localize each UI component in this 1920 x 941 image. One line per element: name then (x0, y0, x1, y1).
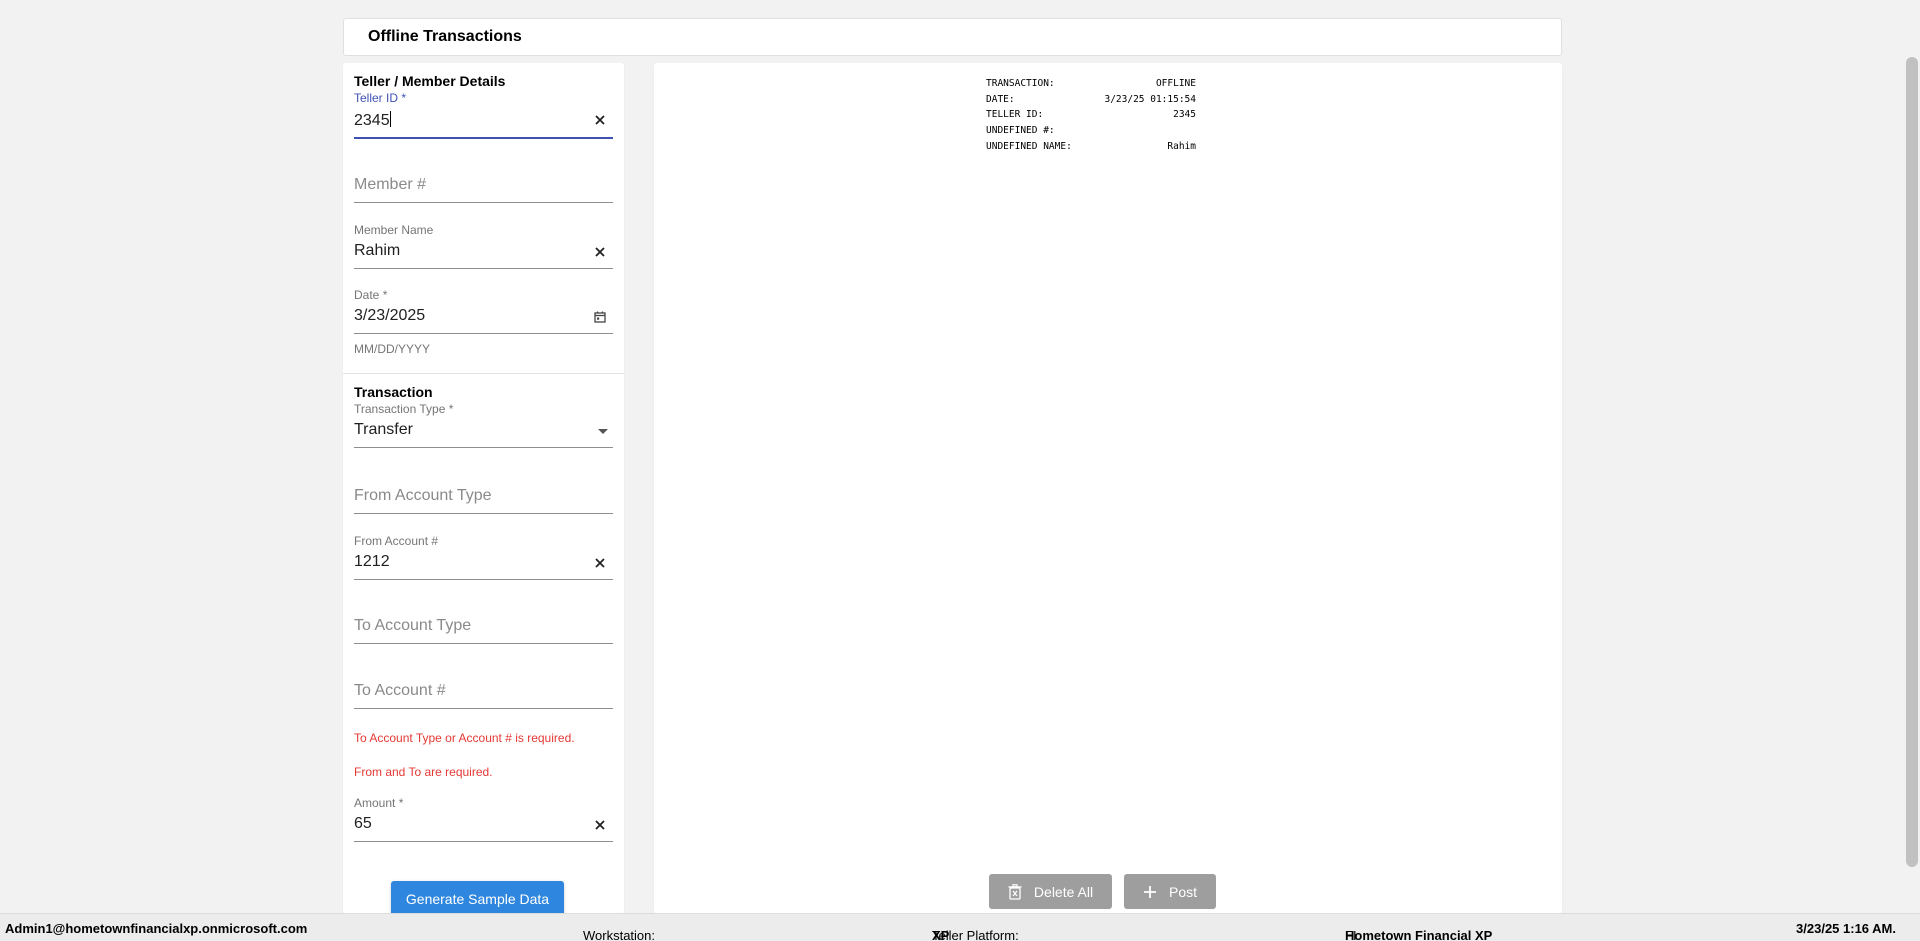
clear-icon[interactable] (593, 113, 607, 127)
transaction-type-select[interactable]: Transaction Type * Transfer (354, 402, 613, 454)
from-account-number-field[interactable]: From Account # 1212 (354, 534, 613, 586)
from-account-type-input[interactable]: From Account Type (354, 487, 492, 505)
date-format-hint: MM/DD/YYYY (354, 342, 431, 356)
from-account-number-underline (354, 579, 613, 580)
receipt-row: TRANSACTION: OFFLINE (986, 76, 1196, 92)
receipt-value: 3/23/25 01:15:54 (1104, 93, 1196, 105)
generate-sample-data-button[interactable]: Generate Sample Data (391, 881, 564, 914)
required-mark: * (398, 796, 404, 810)
to-account-type-underline (354, 643, 613, 644)
post-button[interactable]: Post (1124, 874, 1216, 909)
to-account-number-input[interactable]: To Account # (354, 682, 446, 700)
clear-icon[interactable] (593, 556, 607, 570)
page-title: Offline Transactions (368, 28, 522, 45)
status-datetime: 3/23/25 1:16 AM. (1796, 921, 1896, 936)
receipt-row: UNDEFINED #: (986, 123, 1196, 139)
error-message: To Account Type or Account # is required… (354, 731, 575, 745)
receipt-key: DATE: (986, 93, 1015, 105)
amount-input[interactable]: 65 (354, 815, 372, 833)
receipt-key: UNDEFINED NAME: (986, 140, 1072, 152)
to-account-number-field[interactable]: To Account # (354, 682, 613, 722)
receipt-key: TRANSACTION: (986, 78, 1055, 89)
receipt-row: UNDEFINED NAME: Rahim (986, 139, 1196, 155)
to-account-number-underline (354, 708, 613, 709)
date-underline (354, 333, 613, 334)
plus-icon (1143, 885, 1156, 898)
workstation-label: Workstation: (583, 928, 656, 941)
to-account-type-input[interactable]: To Account Type (354, 617, 471, 635)
page-header: Offline Transactions (343, 18, 1562, 56)
from-account-number-input[interactable]: 1212 (354, 553, 390, 571)
error-message: From and To are required. (354, 765, 493, 779)
transaction-type-label: Transaction Type (354, 402, 446, 416)
transaction-type-underline (354, 447, 613, 448)
post-label: Post (1168, 883, 1197, 900)
amount-underline (354, 841, 613, 842)
receipt-value: OFFLINE (1155, 78, 1196, 89)
clear-icon[interactable] (593, 245, 607, 259)
member-number-field[interactable]: Member # (354, 176, 613, 216)
calendar-icon[interactable] (593, 310, 607, 324)
fi-value: Hometown Financial XP (1345, 928, 1493, 941)
transaction-type-value[interactable]: Transfer (354, 421, 413, 439)
section-divider (343, 373, 624, 374)
status-user: Admin1@hometownfinancialxp.onmicrosoft.c… (5, 921, 308, 936)
receipt-preview-panel: TRANSACTION: OFFLINE DATE: 3/23/25 01:15… (654, 63, 1562, 914)
teller-id-input[interactable]: 2345 (354, 112, 390, 129)
platform-value: XP (932, 928, 950, 941)
member-number-underline (354, 202, 613, 203)
scrollbar-thumb[interactable] (1906, 57, 1918, 867)
teller-id-field[interactable]: Teller ID * 2345 (354, 91, 613, 143)
status-bar: Admin1@hometownfinancialxp.onmicrosoft.c… (0, 913, 1920, 941)
date-label: Date (354, 288, 380, 302)
required-mark: * (401, 91, 407, 105)
required-mark: * (382, 288, 388, 302)
delete-all-label: Delete All (1033, 883, 1094, 900)
receipt-row: TELLER ID: 2345 (986, 107, 1196, 123)
text-cursor (389, 111, 391, 127)
member-number-input[interactable]: Member # (354, 176, 426, 194)
receipt-value: Rahim (1167, 140, 1196, 152)
member-name-field[interactable]: Member Name Rahim (354, 223, 613, 275)
member-name-label: Member Name (354, 223, 434, 237)
to-account-type-field[interactable]: To Account Type (354, 617, 613, 657)
delete-all-button[interactable]: Delete All (989, 874, 1112, 909)
chevron-down-icon[interactable] (597, 428, 609, 436)
member-section-title: Teller / Member Details (354, 73, 506, 89)
date-input[interactable]: 3/23/2025 (354, 307, 425, 325)
receipt-key: UNDEFINED #: (986, 125, 1055, 137)
receipt: TRANSACTION: OFFLINE DATE: 3/23/25 01:15… (986, 76, 1196, 154)
trash-icon (1008, 883, 1022, 900)
date-field[interactable]: Date * 3/23/2025 MM/DD/YYYY (354, 288, 613, 358)
amount-label: Amount (354, 796, 396, 810)
receipt-row: DATE: 3/23/25 01:15:54 (986, 92, 1196, 108)
teller-id-underline (354, 137, 613, 139)
transaction-section-title: Transaction (354, 384, 433, 400)
from-account-number-label: From Account # (354, 534, 439, 548)
clear-icon[interactable] (593, 818, 607, 832)
teller-id-label: Teller ID (354, 91, 399, 105)
receipt-key: TELLER ID: (986, 109, 1044, 121)
receipt-value: 2345 (1173, 109, 1196, 121)
from-account-type-underline (354, 513, 613, 514)
transaction-form-panel: Teller / Member Details Teller ID * 2345… (343, 63, 624, 914)
required-mark: * (448, 402, 454, 416)
amount-field[interactable]: Amount * 65 (354, 796, 613, 848)
from-account-type-field[interactable]: From Account Type (354, 487, 613, 527)
member-name-underline (354, 268, 613, 269)
member-name-input[interactable]: Rahim (354, 242, 400, 260)
